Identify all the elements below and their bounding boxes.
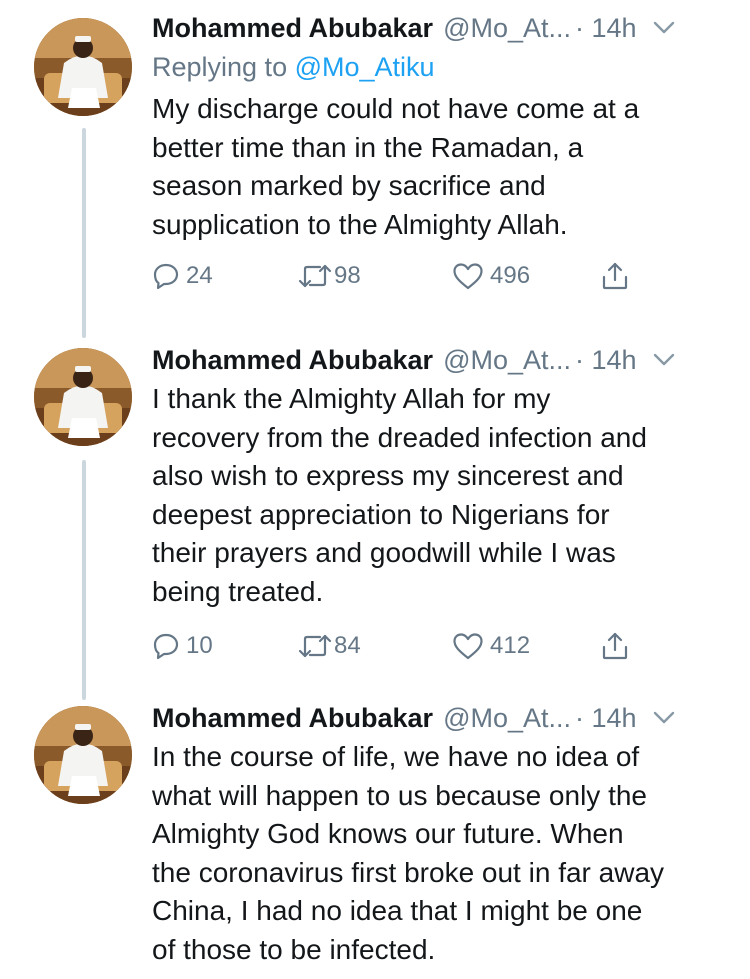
reply-button[interactable]: 24: [152, 256, 213, 296]
tweet[interactable]: Mohammed Abubakar @Mo_At... · 14h In the…: [0, 698, 750, 979]
author-name[interactable]: Mohammed Abubakar: [152, 13, 433, 44]
retweet-count: 84: [334, 631, 361, 659]
heart-icon: [453, 632, 483, 659]
avatar[interactable]: [34, 348, 132, 446]
mention-link[interactable]: @Mo_Atiku: [295, 52, 435, 82]
heart-icon: [453, 263, 483, 290]
reply-count: 24: [186, 262, 213, 290]
share-icon: [602, 632, 628, 659]
tweet-text: My discharge could not have come at a be…: [152, 93, 640, 240]
avatar[interactable]: [34, 18, 132, 116]
retweet-icon: [298, 634, 332, 657]
reply-count: 10: [186, 631, 213, 659]
tweet-text: In the course of life, we have no idea o…: [152, 741, 665, 965]
avatar-photo: [34, 18, 132, 116]
tweet-time[interactable]: · 14h: [575, 345, 637, 376]
replying-to: Replying to @Mo_Atiku: [152, 48, 732, 86]
like-button[interactable]: 496: [452, 256, 530, 296]
tweet[interactable]: Mohammed Abubakar @Mo_At... · 14h I than…: [0, 340, 750, 690]
like-count: 496: [490, 262, 531, 290]
chevron-down-icon[interactable]: [653, 711, 675, 725]
tweet-time[interactable]: · 14h: [575, 703, 637, 734]
tweet-text: I thank the Almighty Allah for my recove…: [152, 383, 647, 607]
author-name[interactable]: Mohammed Abubakar: [152, 345, 433, 376]
like-button[interactable]: 412: [452, 626, 530, 666]
retweet-button[interactable]: 84: [298, 626, 361, 666]
avatar-photo: [34, 348, 132, 446]
tweet-actions: 24 98 496: [152, 256, 732, 296]
tweet-actions: 10 84 412: [152, 626, 732, 666]
share-button[interactable]: [600, 626, 630, 666]
tweet-time[interactable]: · 14h: [575, 13, 637, 44]
reply-button[interactable]: 10: [152, 626, 213, 666]
retweet-icon: [298, 265, 332, 288]
chevron-down-icon[interactable]: [653, 21, 675, 35]
replying-to-label: Replying to: [152, 52, 295, 82]
share-button[interactable]: [600, 256, 630, 296]
author-handle[interactable]: @Mo_At...: [443, 13, 571, 44]
like-count: 412: [490, 631, 531, 659]
avatar[interactable]: [34, 706, 132, 804]
author-name[interactable]: Mohammed Abubakar: [152, 703, 433, 734]
reply-icon: [153, 633, 179, 659]
retweet-button[interactable]: 98: [298, 256, 361, 296]
share-icon: [602, 263, 628, 290]
tweet[interactable]: Mohammed Abubakar @Mo_At... · 14h Replyi…: [0, 0, 750, 340]
chevron-down-icon[interactable]: [653, 353, 675, 367]
retweet-count: 98: [334, 262, 361, 290]
author-handle[interactable]: @Mo_At...: [443, 703, 571, 734]
reply-icon: [153, 264, 179, 290]
author-handle[interactable]: @Mo_At...: [443, 345, 571, 376]
avatar-photo: [34, 706, 132, 804]
